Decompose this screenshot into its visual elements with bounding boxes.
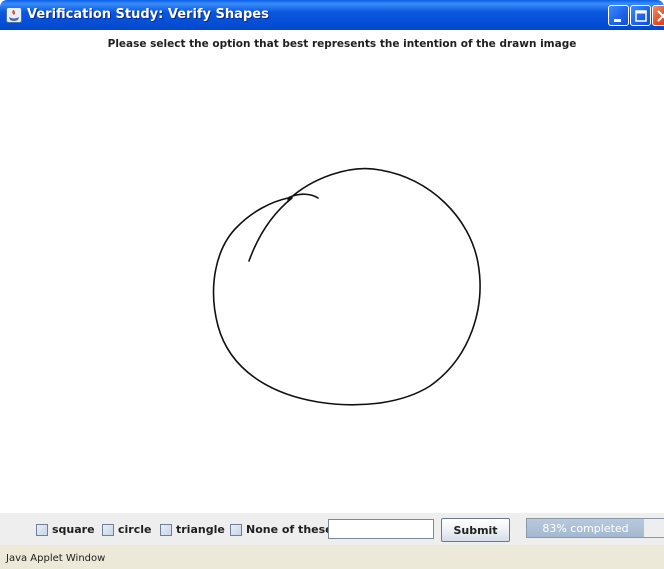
square-checkbox[interactable] — [36, 524, 48, 536]
drawn-stroke-main — [212, 167, 481, 406]
progress-bar: 83% completed — [526, 518, 664, 538]
status-bar: Java Applet Window — [0, 545, 664, 569]
close-button[interactable] — [652, 5, 664, 26]
instruction-bar: Please select the option that best repre… — [0, 30, 664, 58]
circle-label[interactable]: circle — [118, 523, 151, 536]
none-of-these-label[interactable]: None of these — [246, 523, 333, 536]
none-of-these-checkbox[interactable] — [230, 524, 242, 536]
drawn-shape — [212, 167, 481, 406]
instruction-text: Please select the option that best repre… — [0, 38, 664, 50]
drawn-stroke-tail — [248, 197, 293, 262]
drawing-canvas — [0, 58, 664, 513]
circle-checkbox[interactable] — [102, 524, 114, 536]
status-text: Java Applet Window — [6, 553, 106, 564]
submit-button[interactable]: Submit — [441, 518, 510, 542]
triangle-checkbox[interactable] — [160, 524, 172, 536]
minimize-button[interactable] — [608, 5, 629, 26]
java-app-icon — [6, 7, 22, 23]
minimize-icon — [614, 19, 621, 22]
square-label[interactable]: square — [52, 523, 95, 536]
instruction-label: Please select the option that best repre… — [107, 38, 577, 50]
controls-panel: square circle triangle None of these Sub… — [0, 513, 664, 545]
maximize-icon — [635, 10, 647, 22]
window-title: Verification Study: Verify Shapes — [27, 7, 269, 22]
triangle-label[interactable]: triangle — [176, 523, 225, 536]
title-bar[interactable]: Verification Study: Verify Shapes — [0, 0, 664, 30]
close-icon — [657, 10, 664, 22]
maximize-button[interactable] — [630, 5, 651, 26]
progress-label: 83% completed — [542, 522, 629, 535]
answer-input[interactable] — [328, 519, 434, 539]
